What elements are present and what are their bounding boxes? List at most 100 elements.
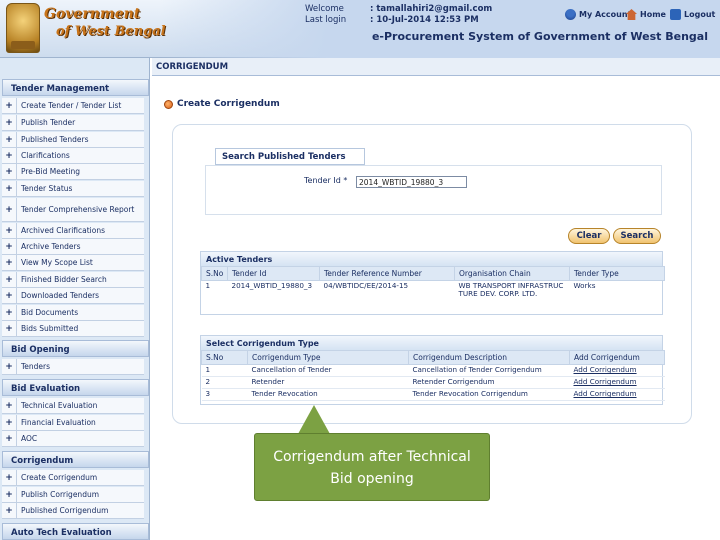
plus-icon: + [2, 148, 17, 163]
sidebar-section-tender-management[interactable]: Tender Management [2, 79, 149, 96]
table-row: 2 Retender Retender Corrigendum Add Corr… [201, 376, 665, 389]
table-header-row: S.No Corrigendum Type Corrigendum Descri… [201, 350, 665, 365]
home-link[interactable]: Home [626, 9, 666, 20]
system-name: e-Procurement System of Government of We… [371, 30, 708, 43]
search-section-title: Search Published Tenders [215, 148, 365, 165]
plus-icon: + [2, 398, 17, 413]
callout-pointer [298, 405, 330, 434]
plus-icon: + [2, 487, 17, 502]
sidebar-item-published-tenders[interactable]: + Published Tenders [2, 132, 144, 148]
page-header: Government of West Bengal Welcome : tama… [0, 0, 720, 58]
plus-icon: + [2, 181, 17, 196]
sidebar-section-bid-evaluation[interactable]: Bid Evaluation [2, 379, 149, 396]
active-tenders-grid: Active Tenders S.No Tender Id Tender Ref… [200, 251, 665, 315]
sidebar-item-label: AOC [21, 434, 38, 443]
add-corrigendum-link[interactable]: Add Corrigendum [574, 389, 637, 398]
sidebar-item-archived-clarifications[interactable]: + Archived Clarifications [2, 223, 144, 239]
sidebar-item-label: Publish Corrigendum [21, 490, 100, 499]
last-login-label: Last login [305, 15, 347, 25]
table-row: 3 Tender Revocation Tender Revocation Co… [201, 388, 665, 401]
sidebar-item-bid-documents[interactable]: + Bid Documents [2, 305, 144, 321]
cell-sno: 3 [201, 388, 248, 401]
state-emblem-icon [6, 3, 40, 53]
cell-corrigendum-description: Tender Revocation Corrigendum [408, 388, 570, 401]
cell-tender-type: Works [573, 281, 596, 290]
sidebar-item-create-tender[interactable]: + Create Tender / Tender List [2, 98, 144, 114]
sidebar-item-aoc[interactable]: + AOC [2, 431, 144, 447]
table-row[interactable]: 1 2014_WBTID_19880_3 04/WBTIDC/EE/2014-1… [202, 281, 665, 300]
sidebar-section-corrigendum[interactable]: Corrigendum [2, 451, 149, 468]
sidebar-item-publish-corrigendum[interactable]: + Publish Corrigendum [2, 487, 144, 503]
plus-icon: + [2, 321, 17, 336]
sidebar-item-clarifications[interactable]: + Clarifications [2, 148, 144, 164]
sidebar-item-create-corrigendum[interactable]: + Create Corrigendum [2, 470, 144, 486]
sidebar-item-label: Published Corrigendum [21, 506, 109, 515]
col-header-tender-type: Tender Type [569, 266, 665, 281]
plus-icon: + [2, 470, 17, 485]
cell-sno: 1 [205, 281, 211, 290]
sidebar-item-published-corrigendum[interactable]: + Published Corrigendum [2, 503, 144, 519]
tender-id-label: Tender Id * [304, 176, 348, 185]
logout-label: Logout [684, 10, 716, 19]
sidebar-item-label: Financial Evaluation [21, 418, 96, 427]
sidebar-item-archive-tenders[interactable]: + Archive Tenders [2, 239, 144, 255]
sidebar-item-view-my-scope-list[interactable]: + View My Scope List [2, 255, 144, 271]
cell-add-corrigendum: Add Corrigendum [569, 376, 665, 389]
sidebar-item-bids-submitted[interactable]: + Bids Submitted [2, 321, 144, 337]
plus-icon: + [2, 164, 17, 179]
plus-icon: + [2, 503, 17, 518]
tender-id-input[interactable] [356, 176, 467, 188]
cell-corrigendum-type: Cancellation of Tender [247, 364, 409, 377]
col-header-organisation: Organisation Chain [454, 266, 570, 281]
plus-icon: + [2, 255, 17, 270]
annotation-callout: Corrigendum after Technical Bid opening [254, 433, 490, 501]
create-corrigendum-title: Create Corrigendum [177, 99, 280, 109]
sidebar-item-label: Clarifications [21, 151, 70, 160]
logout-link[interactable]: Logout [670, 9, 715, 20]
sidebar-item-label: Bid Documents [21, 308, 79, 317]
col-header-tender-id: Tender Id [227, 266, 320, 281]
add-corrigendum-link[interactable]: Add Corrigendum [574, 365, 637, 374]
welcome-value: : tamallahiri2@gmail.com [370, 4, 493, 14]
search-button[interactable]: Search [613, 228, 661, 244]
col-header-sno: S.No [201, 266, 228, 281]
sidebar-section-auto-tech-evaluation[interactable]: Auto Tech Evaluation [2, 523, 149, 540]
sidebar-item-label: Pre-Bid Meeting [21, 167, 80, 176]
plus-icon: + [2, 223, 17, 238]
sidebar-item-financial-evaluation[interactable]: + Financial Evaluation [2, 415, 144, 431]
sidebar-item-tenders[interactable]: + Tenders [2, 359, 144, 375]
cell-sno: 1 [201, 364, 248, 377]
callout-line2: Bid opening [330, 471, 414, 487]
col-header-add-corrigendum: Add Corrigendum [569, 350, 665, 365]
callout-line1: Corrigendum after Technical [273, 449, 471, 465]
cell-reference: 04/WBTIDC/EE/2014-15 [323, 281, 409, 290]
clear-button[interactable]: Clear [568, 228, 610, 244]
sidebar-item-label: Tender Comprehensive Report [21, 205, 135, 214]
col-header-corrigendum-description: Corrigendum Description [408, 350, 570, 365]
sidebar-item-label: Archived Clarifications [21, 226, 106, 235]
cell-tender-id: 2014_WBTID_19880_3 [231, 281, 313, 290]
cell-corrigendum-type: Tender Revocation [247, 388, 409, 401]
sidebar-item-tender-comprehensive-report[interactable]: + Tender Comprehensive Report [2, 198, 144, 222]
sidebar-item-publish-tender[interactable]: + Publish Tender [2, 115, 144, 131]
search-box [205, 165, 662, 215]
add-corrigendum-link[interactable]: Add Corrigendum [574, 377, 637, 386]
bullet-icon [164, 99, 173, 109]
home-icon [626, 9, 637, 20]
cell-organisation: WB TRANSPORT INFRASTRUCTURE DEV. CORP. L… [458, 281, 564, 298]
sidebar-item-tender-status[interactable]: + Tender Status [2, 181, 144, 197]
cell-sno: 2 [201, 376, 248, 389]
plus-icon: + [2, 431, 17, 446]
sidebar-item-label: Downloaded Tenders [21, 291, 100, 300]
my-account-link[interactable]: My Account [565, 9, 631, 20]
sidebar-item-technical-evaluation[interactable]: + Technical Evaluation [2, 398, 144, 414]
sidebar-item-label: Publish Tender [21, 118, 76, 127]
plus-icon: + [2, 98, 17, 113]
col-header-corrigendum-type: Corrigendum Type [247, 350, 409, 365]
sidebar-item-downloaded-tenders[interactable]: + Downloaded Tenders [2, 288, 144, 304]
corrigendum-type-title: Select Corrigendum Type [201, 336, 662, 350]
sidebar-section-bid-opening[interactable]: Bid Opening [2, 340, 149, 357]
plus-icon: + [2, 359, 17, 374]
sidebar-item-prebid-meeting[interactable]: + Pre-Bid Meeting [2, 164, 144, 180]
sidebar-item-finished-bidder-search[interactable]: + Finished Bidder Search [2, 272, 144, 288]
